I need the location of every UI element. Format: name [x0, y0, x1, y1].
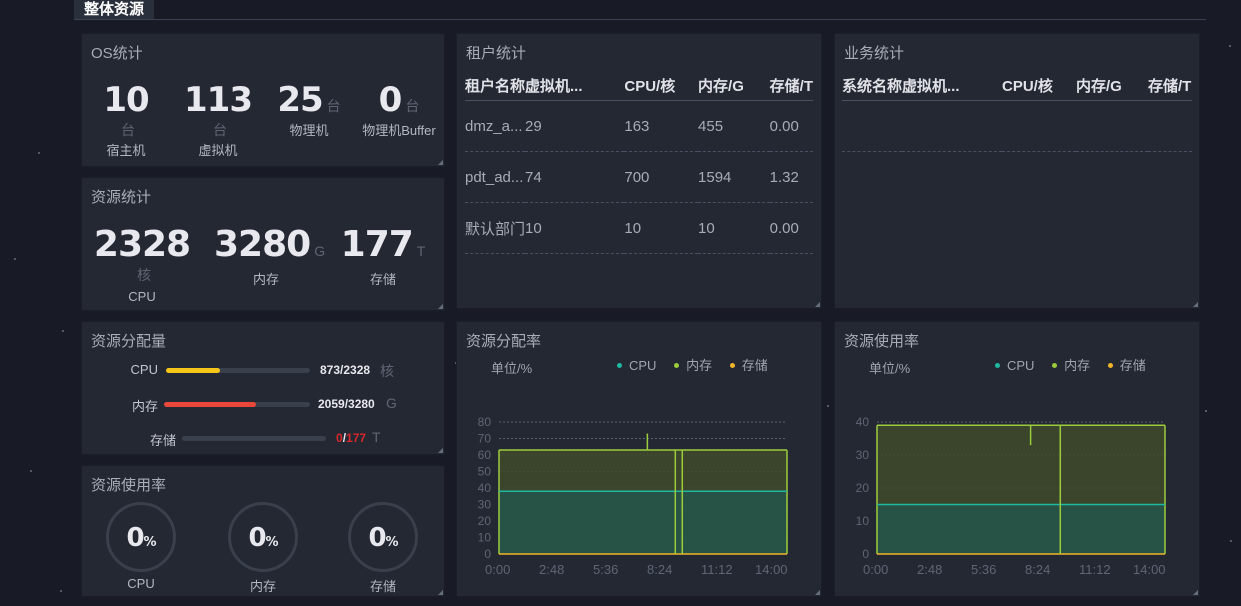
- os-stat-host: 10台 宿主机: [103, 80, 149, 158]
- y-tick-label: 10: [856, 514, 870, 528]
- y-tick-label: 30: [478, 498, 492, 512]
- y-tick-label: 60: [478, 448, 492, 462]
- allocation-row-storage: 存储 0/177 T: [149, 429, 381, 448]
- table-row[interactable]: pdt_ad... 74 700 1594 1.32: [465, 151, 813, 203]
- y-tick-label: 10: [478, 531, 492, 545]
- business-stats-title: 业务统计: [844, 45, 905, 62]
- y-tick-label: 30: [856, 448, 870, 462]
- x-tick-label: 11:12: [701, 562, 733, 577]
- gauge-memory-label: 内存: [249, 579, 276, 594]
- resource-stat-storage: 177 T 存储: [340, 224, 426, 287]
- gauge-cpu: 0%: [106, 502, 176, 572]
- y-tick-label: 70: [478, 432, 492, 446]
- os-stat-buffer: 0台 物理机Buffer: [362, 80, 436, 138]
- x-tick-label: 8:24: [647, 562, 672, 577]
- os-stats-title: OS统计: [91, 45, 143, 62]
- resource-stat-memory: 3280 G 内存: [214, 224, 326, 287]
- business-table: 系统名称 虚拟机... CPU/核 内存/G 存储/T: [842, 70, 1192, 152]
- x-tick-label: 5:36: [971, 562, 996, 577]
- allocation-bar-storage: [182, 436, 326, 441]
- x-tick-label: 2:48: [917, 562, 942, 577]
- tenant-stats-panel: 租户统计 租户名称 虚拟机... CPU/核 内存/G 存储/T dmz_a..…: [457, 34, 821, 308]
- y-tick-label: 50: [478, 465, 492, 479]
- y-tick-label: 0: [484, 547, 491, 561]
- table-cell: pdt_ad...: [465, 151, 526, 203]
- y-tick-label: 40: [856, 415, 870, 429]
- usage-gauge-panel: 资源使用率 0% CPU 0% 内存 0% 存储: [82, 466, 444, 596]
- x-tick-label: 14:00: [1133, 562, 1166, 577]
- y-tick-label: 80: [478, 415, 492, 429]
- allocation-panel: 资源分配量 CPU 873/2328 核 内存 2059/3280 G 存储 0…: [82, 322, 444, 454]
- tenant-table-body: dmz_a... 29 163 455 0.00 pdt_ad... 74 700 1594 1.…: [465, 100, 813, 254]
- x-tick-label: 0:00: [863, 562, 888, 577]
- resource-stat-cpu: 2328核 CPU: [93, 224, 191, 304]
- allocation-title: 资源分配量: [91, 333, 167, 350]
- series-area-cpu: [877, 504, 1165, 554]
- os-stat-physical: 25 台 物理机: [277, 80, 341, 138]
- x-tick-label: 2:48: [539, 562, 564, 577]
- table-cell: 10: [525, 202, 625, 254]
- x-tick-label: 11:12: [1079, 562, 1111, 577]
- star: [1205, 410, 1207, 412]
- y-tick-label: 20: [478, 514, 492, 528]
- table-cell: 455: [698, 100, 770, 152]
- table-cell: 74: [525, 151, 625, 203]
- table-row[interactable]: 默认部门 10 10 10 0.00: [465, 202, 813, 254]
- os-stats-panel: OS统计 10台 宿主机 113台 虚拟机 25 台 物理机 0台 物理机Buff…: [82, 34, 444, 166]
- usage-rate-panel: 资源使用率 单位/% CPU 内存 存储 0 10 20 30 40 0:00 2:48 5:…: [835, 322, 1199, 596]
- x-tick-label: 8:24: [1025, 562, 1050, 577]
- allocation-row-memory: 内存 2059/3280 G: [131, 395, 397, 414]
- business-empty-row: [842, 100, 1192, 152]
- os-stat-vm: 113台 虚拟机: [184, 80, 253, 158]
- star: [62, 330, 64, 332]
- tenant-stats-title: 租户统计: [466, 45, 527, 62]
- table-cell: 0.00: [769, 100, 813, 152]
- star: [1230, 540, 1232, 542]
- table-cell: 10: [624, 202, 699, 254]
- star: [60, 590, 62, 592]
- usage-gauge-title: 资源使用率: [91, 477, 167, 494]
- gauge-memory: 0%: [228, 502, 298, 572]
- series-area-cpu: [499, 491, 787, 554]
- table-cell: 163: [624, 100, 699, 152]
- top-bar: 整体资源: [74, 0, 1206, 20]
- table-cell: 10: [698, 202, 770, 254]
- table-row[interactable]: dmz_a... 29 163 455 0.00: [465, 100, 813, 152]
- table-cell: dmz_a...: [465, 100, 526, 152]
- business-stats-panel: 业务统计 系统名称 虚拟机... CPU/核 内存/G 存储/T: [835, 34, 1199, 308]
- table-cell: 0.00: [769, 202, 813, 254]
- star: [30, 470, 32, 472]
- y-tick-label: 40: [478, 481, 492, 495]
- allocation-row-cpu: CPU 873/2328 核: [130, 362, 394, 379]
- tenant-table: 租户名称 虚拟机... CPU/核 内存/G 存储/T dmz_a... 29 16…: [465, 70, 813, 254]
- x-tick-label: 14:00: [755, 562, 788, 577]
- usage-rate-chart: 0 10 20 30 40 0:00 2:48 5:36 8:24 11:12 14:00: [856, 415, 1166, 577]
- x-tick-label: 5:36: [593, 562, 618, 577]
- star: [38, 152, 40, 154]
- allocation-bar-memory: [164, 402, 310, 407]
- table-cell: 1.32: [769, 151, 813, 203]
- resource-stats-title: 资源统计: [91, 189, 152, 206]
- star: [14, 258, 16, 260]
- gauge-cpu-label: CPU: [127, 576, 155, 591]
- table-cell: 1594: [698, 151, 770, 203]
- allocation-rate-panel: 资源分配率 单位/% CPU 内存 存储 0 10 20 30 40 50 60 70 80 0:…: [457, 322, 821, 596]
- allocation-bar-cpu: [166, 368, 310, 373]
- y-tick-label: 0: [862, 547, 869, 561]
- table-cell: 700: [624, 151, 699, 203]
- table-cell: 默认部门: [465, 202, 526, 254]
- gauge-storage: 0%: [348, 502, 418, 572]
- gauge-storage-label: 存储: [369, 579, 396, 594]
- table-cell: 29: [525, 100, 625, 152]
- x-tick-label: 0:00: [485, 562, 510, 577]
- page-title: 整体资源: [74, 0, 155, 19]
- star: [1229, 45, 1231, 47]
- star: [827, 405, 829, 407]
- resource-stats-panel: 资源统计 2328核 CPU 3280 G 内存 177 T 存储: [82, 178, 444, 310]
- allocation-rate-chart: 0 10 20 30 40 50 60 70 80 0:00 2:48 5:36 8:24 11:12 14…: [478, 415, 788, 577]
- y-tick-label: 20: [856, 481, 870, 495]
